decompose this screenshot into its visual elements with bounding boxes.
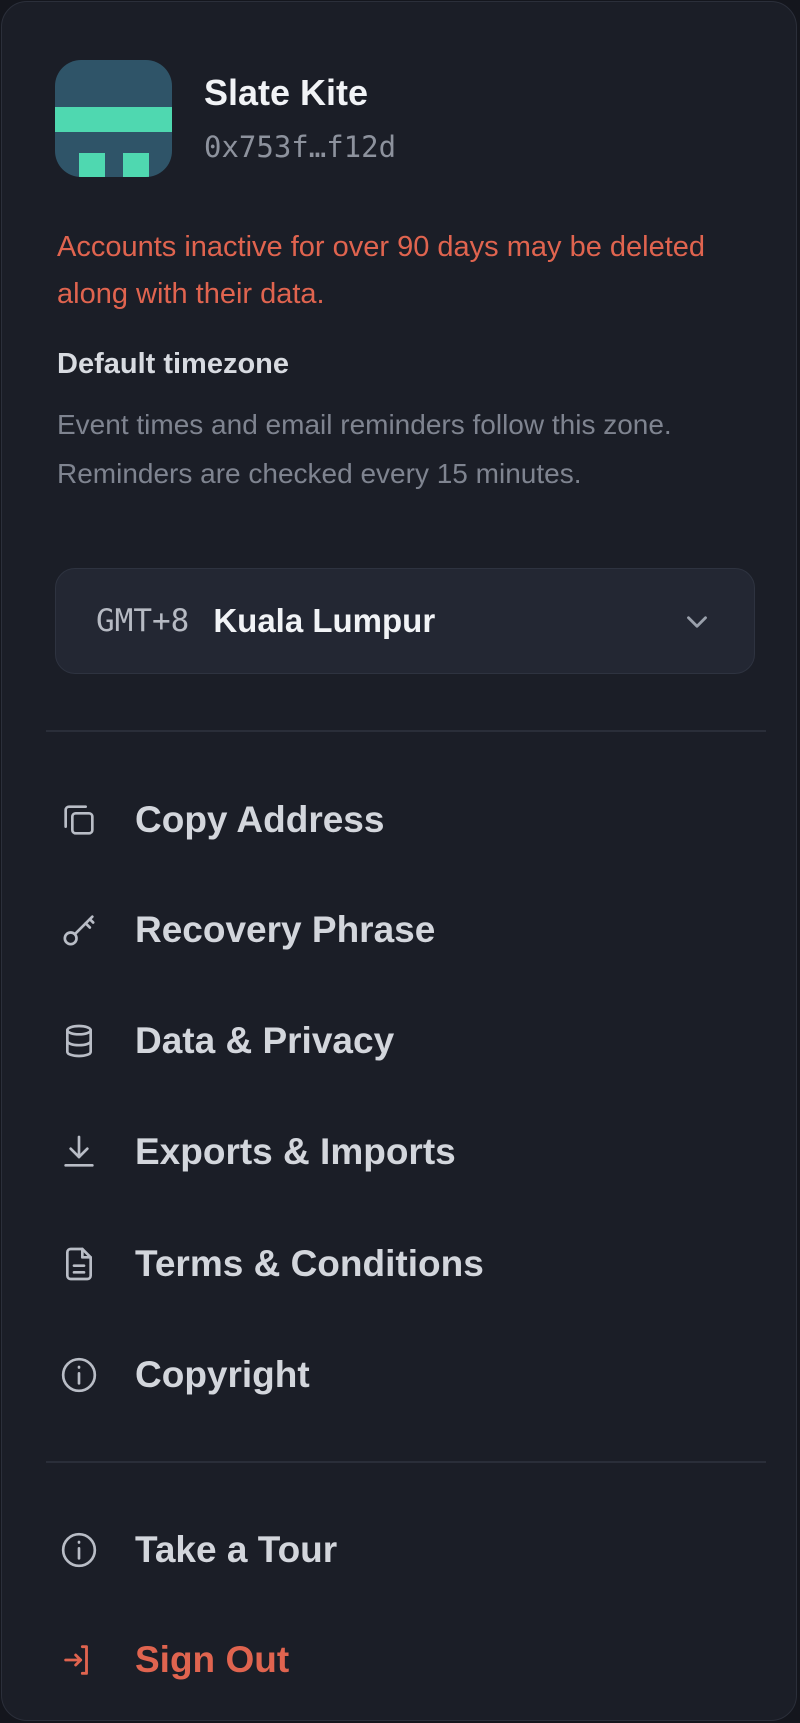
timezone-title: Default timezone [57,348,290,380]
account-header: Slate Kite 0x753f…f12d [55,60,396,177]
menu-item-copyright[interactable]: Copyright [55,1335,755,1415]
timezone-offset: GMT+8 [96,603,190,639]
menu-item-exports-imports[interactable]: Exports & Imports [55,1112,755,1192]
document-icon [55,1240,103,1288]
download-icon [55,1128,103,1176]
account-address: 0x753f…f12d [204,129,397,164]
account-menu-panel: Slate Kite 0x753f…f12d Accounts inactive… [1,1,797,1721]
menu-item-copy-address[interactable]: Copy Address [55,780,755,860]
menu-item-sign-out[interactable]: Sign Out [55,1620,755,1700]
timezone-select[interactable]: GMT+8 Kuala Lumpur [55,568,755,674]
menu-item-label: Sign Out [135,1639,290,1680]
menu-item-label: Exports & Imports [135,1131,456,1172]
timezone-city: Kuala Lumpur [213,602,436,639]
menu-item-recovery-phrase[interactable]: Recovery Phrase [55,890,755,970]
database-icon [55,1017,103,1065]
info-icon [55,1351,103,1399]
menu-item-label: Recovery Phrase [135,909,436,950]
divider [46,730,766,732]
info-icon [55,1526,103,1574]
divider [46,1461,766,1463]
menu-item-terms-conditions[interactable]: Terms & Conditions [55,1224,755,1304]
menu-item-data-privacy[interactable]: Data & Privacy [55,1001,755,1081]
account-name: Slate Kite [204,71,369,113]
inactivity-warning: Accounts inactive for over 90 days may b… [57,231,706,310]
menu-item-label: Copyright [135,1354,310,1395]
sign-out-icon [55,1636,103,1684]
chevron-down-icon [680,605,714,639]
menu-item-label: Take a Tour [135,1529,338,1570]
menu-item-label: Copy Address [135,799,385,840]
timezone-description: Event times and email reminders follow t… [57,409,672,489]
menu-item-label: Data & Privacy [135,1020,395,1061]
avatar [55,60,172,177]
copy-icon [55,796,103,844]
menu-item-take-a-tour[interactable]: Take a Tour [55,1510,755,1590]
account-identity: Slate Kite 0x753f…f12d [204,71,396,167]
key-icon [55,906,103,954]
menu-item-label: Terms & Conditions [135,1243,484,1284]
